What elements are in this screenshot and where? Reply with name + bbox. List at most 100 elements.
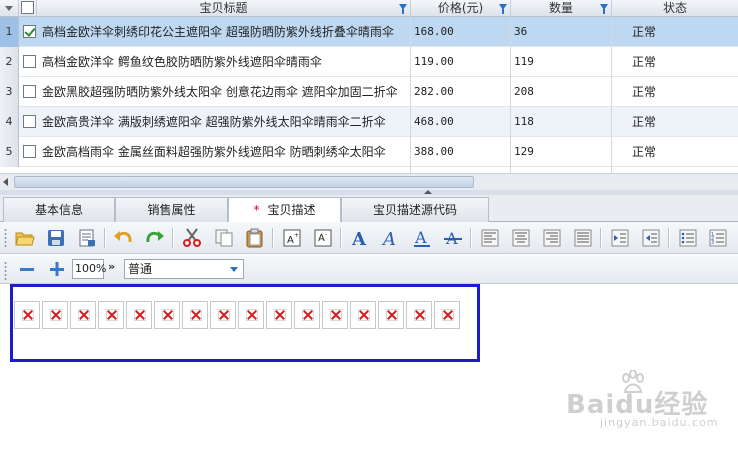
chevron-right-icon[interactable]: » xyxy=(108,260,115,273)
scroll-left-icon[interactable] xyxy=(3,178,8,186)
broken-image-icon[interactable] xyxy=(98,301,124,329)
cell-price[interactable]: 119.00 xyxy=(414,47,506,77)
column-header-qty[interactable]: 数量 xyxy=(511,0,612,17)
indent-button[interactable] xyxy=(608,226,632,250)
underline-button[interactable]: A xyxy=(410,226,434,250)
broken-image-icon[interactable] xyxy=(378,301,404,329)
row-checkbox[interactable] xyxy=(23,145,36,158)
outdent-button[interactable] xyxy=(639,226,663,250)
column-header-status[interactable]: 状态 xyxy=(612,0,738,17)
zoom-in-button[interactable] xyxy=(45,257,69,281)
cell-qty[interactable]: 119 xyxy=(514,47,606,77)
broken-image-icon[interactable] xyxy=(434,301,460,329)
scrollbar-thumb[interactable] xyxy=(14,176,474,188)
open-button[interactable] xyxy=(13,226,37,250)
toolbar-grip[interactable] xyxy=(4,261,7,281)
cell-title[interactable]: 高档金欧洋伞刺绣印花公主遮阳伞 超强防晒防紫外线折叠伞晴雨伞 xyxy=(42,17,408,47)
numbered-list-button[interactable]: 123 xyxy=(706,226,730,250)
table-row[interactable]: 1 高档金欧洋伞刺绣印花公主遮阳伞 超强防晒防紫外线折叠伞晴雨伞 168.00 … xyxy=(0,17,738,47)
horizontal-scrollbar[interactable] xyxy=(0,173,738,190)
format-toolbar: 100% » 普通 xyxy=(0,255,738,284)
cell-price[interactable]: 282.00 xyxy=(414,77,506,107)
cell-title[interactable]: 高档金欧洋伞 鳄鱼纹色胶防晒防紫外线遮阳伞晴雨伞 xyxy=(42,47,408,77)
column-header-price[interactable]: 价格(元) xyxy=(411,0,511,17)
broken-image-icon[interactable] xyxy=(182,301,208,329)
save-button[interactable] xyxy=(44,226,68,250)
cell-status[interactable]: 正常 xyxy=(632,47,712,77)
row-checkbox[interactable] xyxy=(23,85,36,98)
italic-icon: A xyxy=(381,229,396,248)
cell-title[interactable]: 金欧高贵洋伞 满版刺绣遮阳伞 超强防紫外线太阳伞晴雨伞二折伞 xyxy=(42,107,408,137)
toolbar-separator xyxy=(470,228,471,248)
broken-image-icon[interactable] xyxy=(238,301,264,329)
bold-button[interactable]: A xyxy=(348,226,372,250)
strikethrough-button[interactable]: A xyxy=(441,226,465,250)
table-row[interactable]: 3 金欧黑胶超强防晒防紫外线太阳伞 创意花边雨伞 遮阳伞加固二折伞 282.00… xyxy=(0,77,738,107)
align-right-button[interactable] xyxy=(540,226,564,250)
broken-image-icon[interactable] xyxy=(210,301,236,329)
toolbar-grip[interactable] xyxy=(4,228,7,248)
table-row[interactable]: 2 高档金欧洋伞 鳄鱼纹色胶防晒防紫外线遮阳伞晴雨伞 119.00 119 正常 xyxy=(0,47,738,77)
cell-qty[interactable]: 208 xyxy=(514,77,606,107)
tab-basic-info[interactable]: 基本信息 xyxy=(3,197,115,222)
align-left-button[interactable] xyxy=(478,226,502,250)
broken-image-icon[interactable] xyxy=(266,301,292,329)
select-all-checkbox[interactable] xyxy=(21,1,34,14)
tab-sales-attributes[interactable]: 销售属性 xyxy=(115,197,228,222)
redo-button[interactable] xyxy=(143,226,167,250)
row-checkbox[interactable] xyxy=(23,115,36,128)
column-header-title[interactable]: 宝贝标题 xyxy=(37,0,411,17)
row-checkbox[interactable] xyxy=(23,55,36,68)
undo-button[interactable] xyxy=(111,226,135,250)
broken-image-icon[interactable] xyxy=(154,301,180,329)
broken-image-icon[interactable] xyxy=(126,301,152,329)
row-checkbox[interactable] xyxy=(23,25,36,38)
cut-button[interactable] xyxy=(180,226,204,250)
cell-title[interactable]: 金欧高档雨伞 金属丝面料超强防紫外线遮阳伞 防晒刺绣伞太阳伞 xyxy=(42,137,408,167)
justify-button[interactable] xyxy=(571,226,595,250)
cell-status[interactable]: 正常 xyxy=(632,107,712,137)
table-row[interactable]: 5 金欧高档雨伞 金属丝面料超强防紫外线遮阳伞 防晒刺绣伞太阳伞 388.00 … xyxy=(0,137,738,167)
paste-button[interactable] xyxy=(243,226,267,250)
cell-status[interactable]: 正常 xyxy=(632,77,712,107)
broken-image-icon[interactable] xyxy=(322,301,348,329)
broken-image-icon[interactable] xyxy=(350,301,376,329)
plus-icon xyxy=(50,262,64,276)
sort-arrow-icon[interactable] xyxy=(5,6,13,11)
cell-status[interactable]: 正常 xyxy=(632,137,712,167)
bullet-list-button[interactable] xyxy=(676,226,700,250)
align-right-icon xyxy=(543,229,561,247)
broken-image-icon[interactable] xyxy=(294,301,320,329)
cell-price[interactable]: 168.00 xyxy=(414,17,506,47)
cell-qty[interactable]: 129 xyxy=(514,137,606,167)
broken-image-icon[interactable] xyxy=(14,301,40,329)
superscript-button[interactable]: A + xyxy=(280,226,304,250)
cell-price[interactable]: 388.00 xyxy=(414,137,506,167)
tab-description[interactable]: * 宝贝描述 xyxy=(228,197,341,223)
zoom-input[interactable]: 100% xyxy=(72,259,106,279)
cell-qty[interactable]: 36 xyxy=(514,17,606,47)
align-center-button[interactable] xyxy=(509,226,533,250)
chevron-down-icon[interactable] xyxy=(230,267,238,272)
properties-button[interactable] xyxy=(75,226,99,250)
subscript-button[interactable]: A- xyxy=(311,226,335,250)
tab-description-source[interactable]: 宝贝描述源代码 xyxy=(341,197,489,222)
italic-button[interactable]: A xyxy=(379,226,403,250)
broken-image-icon[interactable] xyxy=(70,301,96,329)
cell-title[interactable]: 金欧黑胶超强防晒防紫外线太阳伞 创意花边雨伞 遮阳伞加固二折伞 xyxy=(42,77,408,107)
zoom-out-button[interactable] xyxy=(15,257,39,281)
filter-icon[interactable] xyxy=(399,4,407,14)
cell-status[interactable]: 正常 xyxy=(632,17,712,47)
broken-image-icon[interactable] xyxy=(406,301,432,329)
copy-button[interactable] xyxy=(212,226,236,250)
collapse-arrow-icon[interactable] xyxy=(424,190,432,194)
filter-icon[interactable] xyxy=(499,4,507,14)
cell-price[interactable]: 468.00 xyxy=(414,107,506,137)
filter-icon[interactable] xyxy=(600,4,608,14)
table-row[interactable]: 4 金欧高贵洋伞 满版刺绣遮阳伞 超强防紫外线太阳伞晴雨伞二折伞 468.00 … xyxy=(0,107,738,137)
paragraph-style-select[interactable]: 普通 xyxy=(124,259,244,279)
toolbar-separator xyxy=(668,228,669,248)
column-header-title-label: 宝贝标题 xyxy=(199,1,248,15)
cell-qty[interactable]: 118 xyxy=(514,107,606,137)
broken-image-icon[interactable] xyxy=(42,301,68,329)
